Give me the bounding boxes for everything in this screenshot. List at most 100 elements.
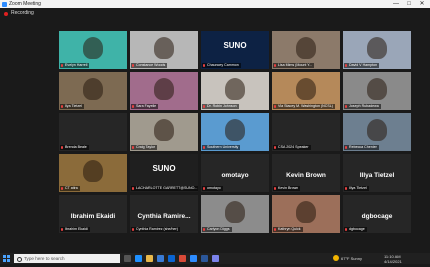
participant-name-label: Sara Fayelle <box>131 104 159 109</box>
windows-start-icon[interactable] <box>3 255 10 262</box>
participant-tile[interactable]: CT atira <box>59 154 127 192</box>
participant-tile[interactable]: Joseph Rubadewa <box>343 72 411 110</box>
participant-name-text: dgbocage <box>349 227 365 231</box>
taskbar-search-input[interactable]: Type here to search <box>14 254 120 263</box>
participant-name-label: Rebecca Chenier <box>344 145 379 150</box>
word-icon[interactable] <box>201 255 208 262</box>
participant-name-label: Chauncey Cammon <box>202 63 241 68</box>
mic-muted-icon <box>61 228 63 231</box>
participant-name-label: David V Hampton <box>344 63 380 68</box>
participant-name-label: Cynthia Ramirez (she/her) <box>131 227 180 232</box>
participant-name-label: CSA 2024 Speaker <box>273 145 311 150</box>
clock-date[interactable]: 4/14/2021 <box>384 256 402 267</box>
participant-name-text: Craig Taylor <box>136 145 156 149</box>
participant-tile[interactable]: Southern University <box>201 113 269 151</box>
zoom-taskbar-icon[interactable] <box>190 255 197 262</box>
window-titlebar: Zoom Meeting — □ ✕ <box>0 0 430 8</box>
participant-tile[interactable]: Constance Woods <box>130 31 198 69</box>
participant-name-label: Ibrahim Ekaidi <box>60 227 90 232</box>
participant-tile[interactable]: Illya Tietzel Illya Tietzel <box>343 154 411 192</box>
suno-logo: SUNO <box>223 41 247 50</box>
search-icon <box>14 254 24 263</box>
maximize-button[interactable]: □ <box>403 0 415 8</box>
participant-name-text: Constance Woods <box>136 63 166 67</box>
participant-tile[interactable]: Lisa Mims (Mount Y... <box>272 31 340 69</box>
participant-tile[interactable]: Ilya Tietzel <box>59 72 127 110</box>
office-icon[interactable] <box>179 255 186 262</box>
participant-tile[interactable]: David V Hampton <box>343 31 411 69</box>
participant-video <box>154 37 174 59</box>
participant-video <box>154 78 174 100</box>
mic-muted-icon <box>132 146 134 149</box>
file-explorer-icon[interactable] <box>146 255 153 262</box>
participant-name-label: Illya Tietzel <box>344 186 369 191</box>
participant-video <box>154 119 174 141</box>
task-view-icon[interactable] <box>124 255 131 262</box>
participant-tile[interactable]: CSA 2024 Speaker <box>272 113 340 151</box>
participant-name-label: Ilya Tietzel <box>60 104 84 109</box>
participant-tile[interactable]: Evelyn Harrell <box>59 31 127 69</box>
participant-name-text: Carlyon Diggs <box>207 227 230 231</box>
participant-video <box>83 78 103 100</box>
participant-video <box>296 37 316 59</box>
participant-name-text: omotayo <box>207 186 221 190</box>
participant-name-label: dgbocage <box>344 227 367 232</box>
participant-tile[interactable]: Ibrahim Ekaidi Ibrahim Ekaidi <box>59 195 127 233</box>
mail-icon[interactable] <box>168 255 175 262</box>
participant-tile[interactable]: Rebecca Chenier <box>343 113 411 151</box>
participant-name-text: Via Stacey M. Washington (NCSL) <box>278 104 333 108</box>
recording-label[interactable]: Recording <box>11 10 34 16</box>
mic-muted-icon <box>203 146 205 149</box>
participant-name-label: Dr. Robin Johnson <box>202 104 239 109</box>
edge-browser-icon[interactable] <box>135 255 142 262</box>
participant-name-label: Kevin Brown <box>273 186 301 191</box>
participant-name-text: David V Hampton <box>349 63 378 67</box>
participant-video <box>296 78 316 100</box>
minimize-button[interactable]: — <box>390 0 402 8</box>
store-icon[interactable] <box>157 255 164 262</box>
mic-muted-icon <box>274 146 276 149</box>
participant-tile[interactable]: Sara Fayelle <box>130 72 198 110</box>
participant-name-label: Joseph Rubadewa <box>344 104 381 109</box>
participant-name-text: CT atira <box>65 186 78 190</box>
participant-tile[interactable]: Via Stacey M. Washington (NCSL) <box>272 72 340 110</box>
mic-muted-icon <box>274 228 276 231</box>
recording-dot-icon <box>4 12 8 16</box>
mic-muted-icon <box>274 187 276 190</box>
participant-tile[interactable]: Cynthia Ramire... Cynthia Ramirez (she/he… <box>130 195 198 233</box>
close-button[interactable]: ✕ <box>416 0 428 8</box>
participant-tile[interactable]: Carlyon Diggs <box>201 195 269 233</box>
participant-video <box>225 119 245 141</box>
mic-muted-icon <box>345 146 347 149</box>
participant-name-label: Evelyn Harrell <box>60 63 90 68</box>
participant-name-label: Craig Taylor <box>131 145 158 150</box>
participant-name-text: Lisa Mims (Mount Y... <box>278 63 313 67</box>
participant-name-label: Carlyon Diggs <box>202 227 232 232</box>
weather-text[interactable]: 67°F Sunny <box>341 253 362 264</box>
participant-tile[interactable]: Dr. Robin Johnson <box>201 72 269 110</box>
teams-icon[interactable] <box>212 255 219 262</box>
mic-muted-icon <box>61 187 63 190</box>
participant-tile[interactable]: Kathryn Quick <box>272 195 340 233</box>
participant-tile[interactable]: Brenda Beale <box>59 113 127 151</box>
participant-name-text: Ibrahim Ekaidi <box>65 227 88 231</box>
participant-name-text: Kevin Brown <box>278 186 299 190</box>
mic-muted-icon <box>132 105 134 108</box>
participant-tile[interactable]: SUNO Chauncey Cammon <box>201 31 269 69</box>
suno-logo: SUNO <box>152 164 176 173</box>
participant-tile[interactable]: SUNO LACHARLOTTE GARRETT@SUNO... <box>130 154 198 192</box>
participant-video <box>225 78 245 100</box>
participant-tile[interactable]: omotayo omotayo <box>201 154 269 192</box>
mic-muted-icon <box>203 228 205 231</box>
participant-tile[interactable]: dgbocage dgbocage <box>343 195 411 233</box>
participant-name-text: Evelyn Harrell <box>65 63 88 67</box>
participant-name-label: Constance Woods <box>131 63 168 68</box>
weather-sun-icon <box>333 255 339 261</box>
participant-tile[interactable]: Kevin Brown Kevin Brown <box>272 154 340 192</box>
participant-name-label: omotayo <box>202 186 223 191</box>
mic-muted-icon <box>203 64 205 67</box>
mic-muted-icon <box>61 64 63 67</box>
participant-name-text: LACHARLOTTE GARRETT@SUNO... <box>136 186 198 190</box>
zoom-app-icon <box>2 1 7 7</box>
participant-tile[interactable]: Craig Taylor <box>130 113 198 151</box>
